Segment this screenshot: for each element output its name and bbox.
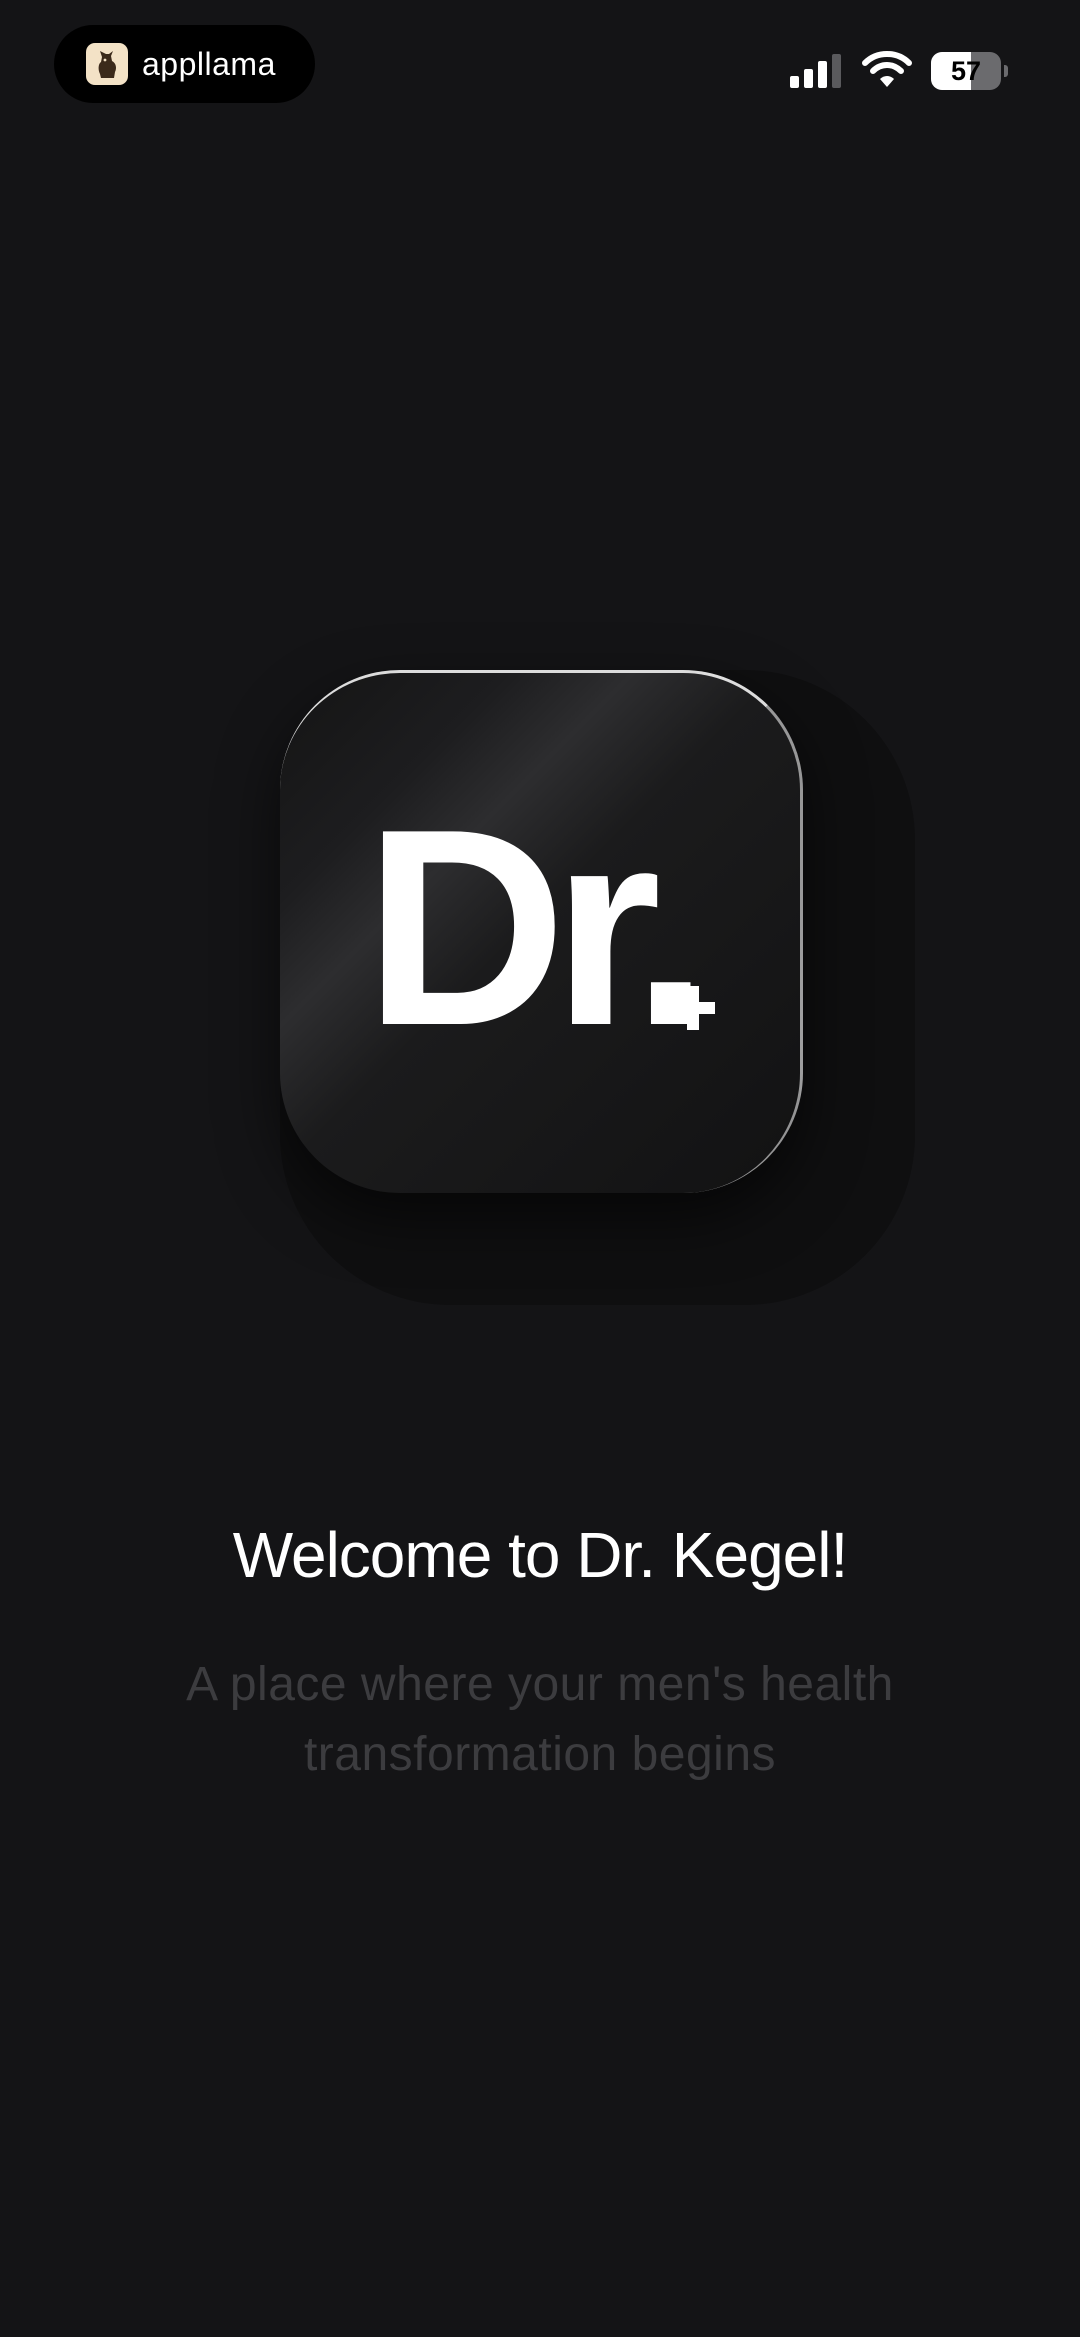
app-logo-tile: Dr. <box>280 670 803 1193</box>
app-logo-mark: Dr. <box>364 772 709 1084</box>
battery-icon: 57 <box>931 52 1001 90</box>
app-logo: Dr. <box>280 670 920 1310</box>
battery-indicator: 57 <box>931 52 1008 90</box>
welcome-screen: appllama 57 Dr. Welcome to Dr. Kegel! A … <box>0 0 1080 2337</box>
welcome-subtitle: A place where your men's health transfor… <box>186 1658 894 1781</box>
cellular-signal-icon <box>790 52 844 88</box>
plus-icon <box>671 986 715 1030</box>
recorder-brand-label: appllama <box>142 45 276 82</box>
battery-percent: 57 <box>950 56 982 86</box>
wifi-icon <box>862 50 912 90</box>
welcome-title: Welcome to Dr. Kegel! <box>232 1519 849 1591</box>
battery-cap <box>1004 65 1008 77</box>
recorder-pill: appllama <box>54 25 315 103</box>
llama-logo-icon <box>86 43 128 85</box>
